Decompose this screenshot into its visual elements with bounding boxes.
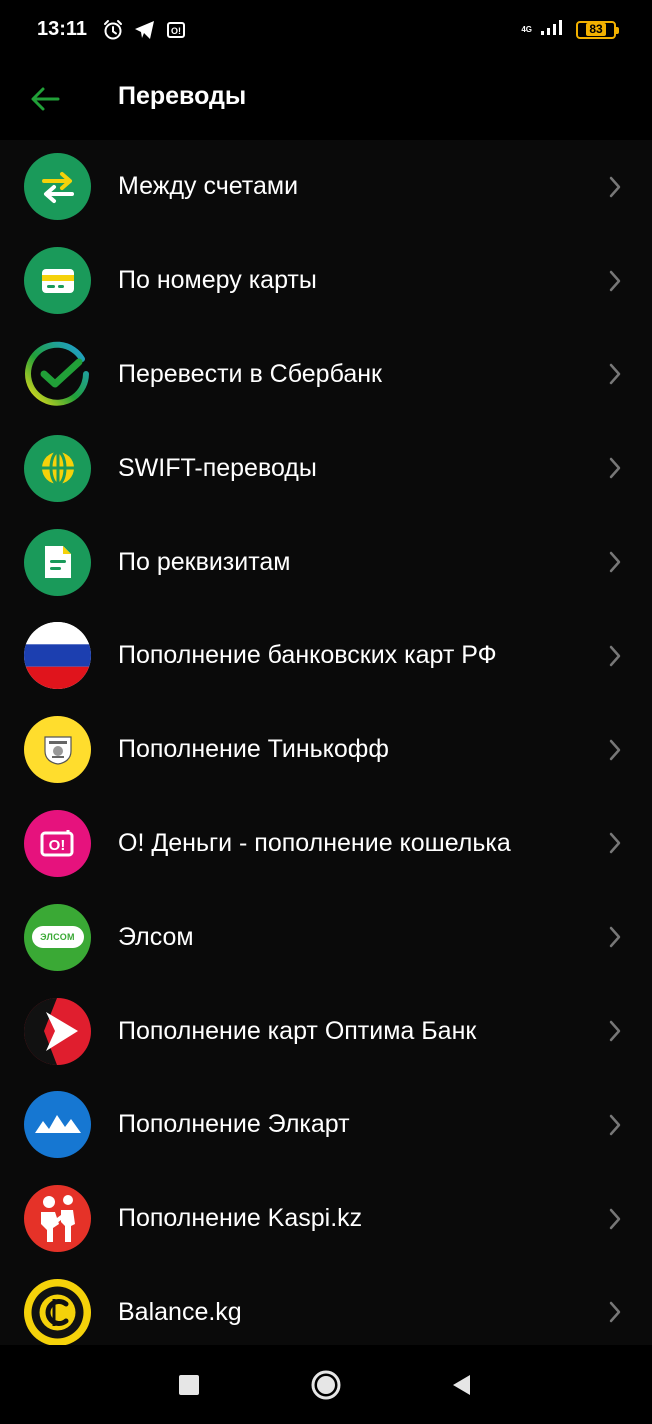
- list-item-label: Между счетами: [118, 172, 299, 201]
- document-icon: [24, 528, 91, 596]
- transfer-options-list: Между счетами По номеру карты Перевести …: [0, 140, 652, 1345]
- list-item-balance-kg[interactable]: Balance.kg: [0, 1266, 652, 1345]
- network-label: 4G: [521, 24, 532, 34]
- list-item-label: Пополнение Тинькофф: [118, 735, 389, 764]
- status-notification-icons: O!: [102, 19, 186, 46]
- home-circle-icon: [311, 1370, 341, 1400]
- battery-icon: 83: [576, 20, 619, 39]
- list-item-optima-bank[interactable]: Пополнение карт Оптима Банк: [0, 984, 652, 1078]
- status-system-icons: 4G 83: [521, 18, 619, 41]
- back-triangle-icon: [453, 1375, 470, 1395]
- elsom-logo-icon: ЭЛСОМ: [24, 903, 91, 971]
- arrow-left-icon: [31, 87, 60, 111]
- chevron-right-icon: [606, 738, 624, 762]
- list-item-o-dengi-wallet[interactable]: O! О! Деньги - пополнение кошелька: [0, 797, 652, 891]
- telegram-icon: [134, 20, 156, 45]
- list-item-label: Пополнение Элкарт: [118, 1110, 350, 1139]
- list-item-topup-rf-cards[interactable]: Пополнение банковских карт РФ: [0, 609, 652, 703]
- sberbank-logo-icon: [24, 341, 91, 408]
- list-item-label: По реквизитам: [118, 547, 291, 576]
- chevron-right-icon: [606, 1207, 624, 1231]
- chevron-right-icon: [606, 1113, 624, 1137]
- list-item-label: Пополнение карт Оптима Банк: [118, 1016, 477, 1045]
- chevron-right-icon: [606, 550, 624, 574]
- home-button[interactable]: [306, 1365, 346, 1405]
- chevron-right-icon: [606, 1019, 624, 1043]
- globe-icon: [24, 434, 91, 502]
- balance-kg-logo-icon: [24, 1278, 91, 1345]
- list-item-label: О! Деньги - пополнение кошелька: [118, 828, 511, 857]
- list-item-between-accounts[interactable]: Между счетами: [0, 140, 652, 234]
- list-item-label: Пополнение Kaspi.kz: [118, 1204, 363, 1233]
- back-button[interactable]: [22, 76, 68, 122]
- app-bar: Переводы: [0, 62, 652, 140]
- exchange-arrows-icon: [24, 153, 91, 221]
- russia-flag-icon: [24, 622, 91, 690]
- chevron-right-icon: [606, 925, 624, 949]
- chevron-right-icon: [606, 644, 624, 668]
- recents-button[interactable]: [169, 1365, 209, 1405]
- nav-back-button[interactable]: [441, 1365, 481, 1405]
- chevron-right-icon: [606, 456, 624, 480]
- alarm-icon: [102, 19, 124, 46]
- chevron-right-icon: [606, 362, 624, 386]
- list-item-label: Элсом: [118, 922, 194, 951]
- o-dengi-notification-icon: O!: [166, 20, 186, 45]
- list-item-label: SWIFT-переводы: [118, 453, 317, 482]
- chevron-right-icon: [606, 269, 624, 293]
- chevron-right-icon: [606, 175, 624, 199]
- elsom-logo-text: ЭЛСОМ: [40, 932, 75, 943]
- signal-icon: [540, 18, 568, 41]
- list-item-label: Пополнение банковских карт РФ: [118, 641, 497, 670]
- list-item-swift-transfers[interactable]: SWIFT-переводы: [0, 421, 652, 515]
- optima-bank-logo-icon: [24, 997, 91, 1065]
- list-item-transfer-to-sberbank[interactable]: Перевести в Сбербанк: [0, 328, 652, 422]
- chevron-right-icon: [606, 831, 624, 855]
- list-item-by-card-number[interactable]: По номеру карты: [0, 234, 652, 328]
- list-item-topup-tinkoff[interactable]: Пополнение Тинькофф: [0, 703, 652, 797]
- kaspi-logo-icon: [24, 1185, 91, 1253]
- svg-text:O!: O!: [48, 837, 65, 854]
- chevron-right-icon: [606, 1300, 624, 1324]
- card-icon: [24, 247, 91, 315]
- list-item-elsom[interactable]: ЭЛСОМ Элсом: [0, 890, 652, 984]
- elcart-logo-icon: [24, 1091, 91, 1159]
- list-item-label: Balance.kg: [118, 1297, 242, 1326]
- list-item-kaspi[interactable]: Пополнение Kaspi.kz: [0, 1172, 652, 1266]
- list-item-elcart[interactable]: Пополнение Элкарт: [0, 1078, 652, 1172]
- recents-square-icon: [179, 1375, 199, 1395]
- list-item-by-details[interactable]: По реквизитам: [0, 515, 652, 609]
- status-time: 13:11: [37, 18, 88, 40]
- o-dengi-logo-icon: O!: [24, 809, 91, 877]
- page-title: Переводы: [118, 82, 247, 110]
- tinkoff-logo-icon: [24, 716, 91, 784]
- list-item-label: Перевести в Сбербанк: [118, 359, 382, 388]
- battery-level: 83: [586, 23, 606, 36]
- system-nav-bar: [0, 1345, 652, 1424]
- list-item-label: По номеру карты: [118, 266, 317, 295]
- status-bar: 13:11 O! 4G 83: [0, 0, 652, 62]
- svg-text:O!: O!: [171, 26, 181, 36]
